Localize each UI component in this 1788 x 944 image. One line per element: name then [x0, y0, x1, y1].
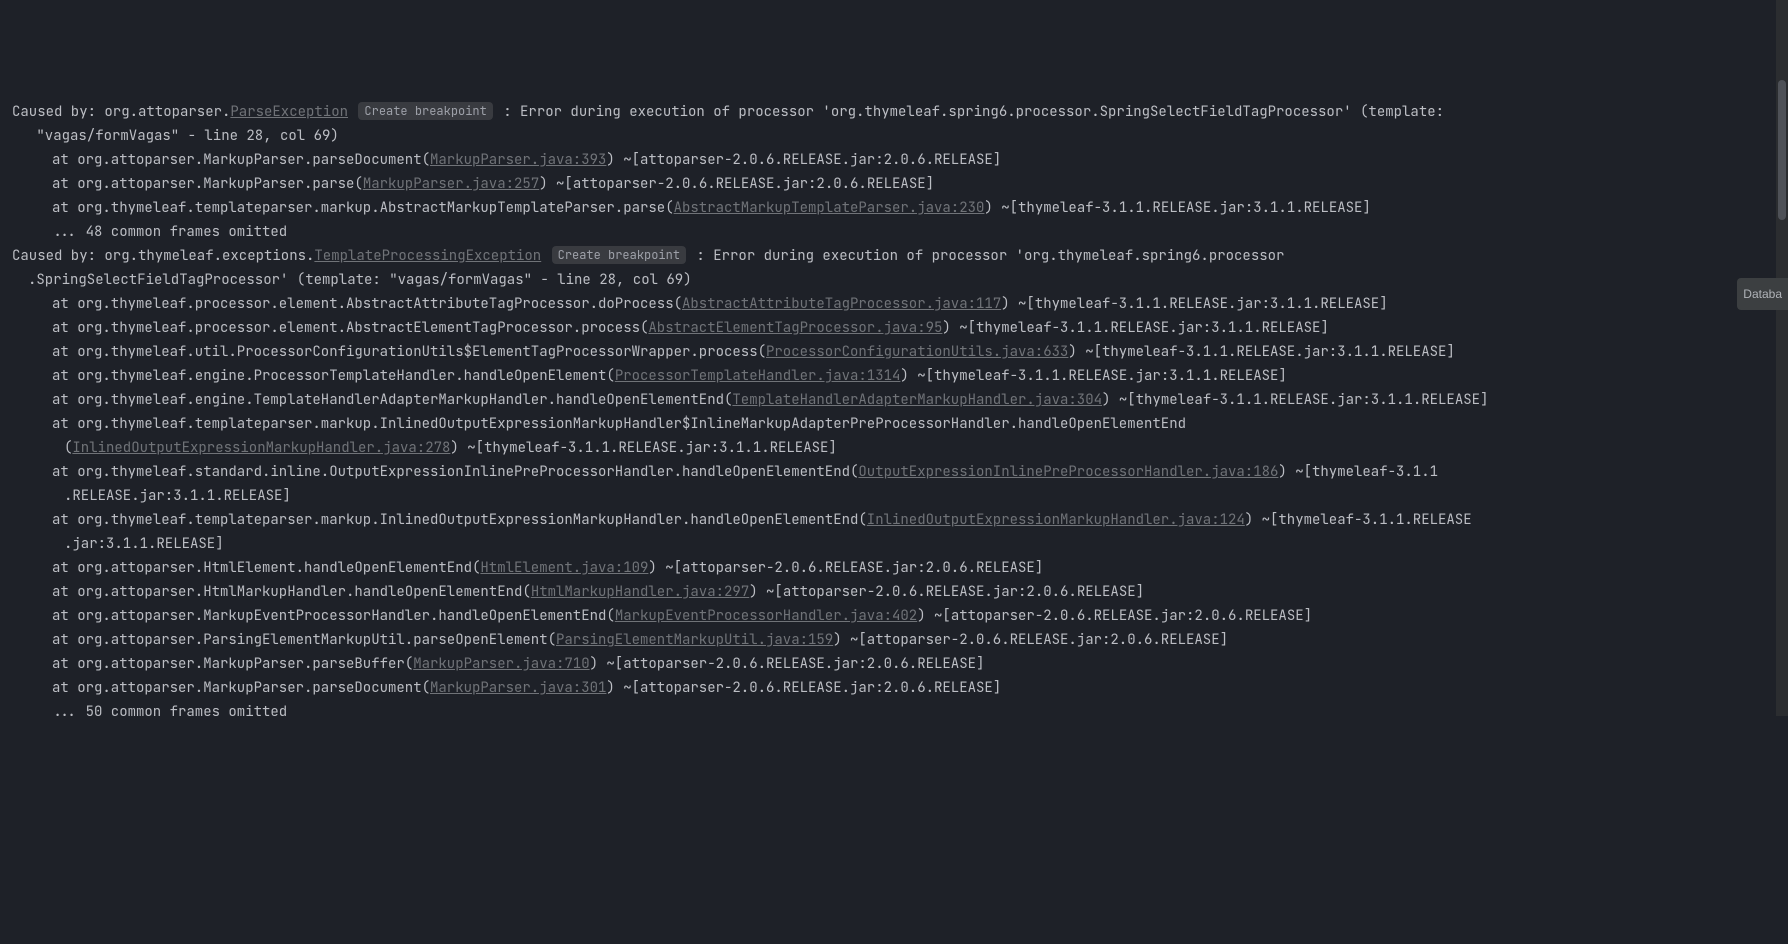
- stacktrace-text: at org.thymeleaf.util.ProcessorConfigura…: [52, 343, 766, 361]
- stacktrace-text: at org.attoparser.HtmlElement.handleOpen…: [52, 559, 480, 577]
- stacktrace-text: at org.thymeleaf.processor.element.Abstr…: [52, 295, 682, 313]
- source-link[interactable]: MarkupEventProcessorHandler.java:402: [615, 607, 917, 625]
- stacktrace-text: at org.thymeleaf.templateparser.markup.I…: [52, 415, 1186, 433]
- stacktrace-text: at org.attoparser.MarkupEventProcessorHa…: [52, 607, 615, 625]
- stacktrace-text: ) ~[thymeleaf-3.1.1.RELEASE.jar:3.1.1.RE…: [1001, 295, 1387, 313]
- stacktrace-line: at org.attoparser.MarkupEventProcessorHa…: [12, 604, 1788, 628]
- stacktrace-text: at org.thymeleaf.engine.ProcessorTemplat…: [52, 367, 615, 385]
- source-link[interactable]: ProcessorConfigurationUtils.java:633: [766, 343, 1068, 361]
- stacktrace-line: at org.thymeleaf.templateparser.markup.A…: [12, 196, 1788, 220]
- stacktrace-text: at org.attoparser.ParsingElementMarkupUt…: [52, 631, 556, 649]
- create-breakpoint-button[interactable]: Create breakpoint: [552, 246, 686, 264]
- stacktrace-text: [541, 247, 549, 265]
- stacktrace-text: at org.attoparser.MarkupParser.parseDocu…: [52, 679, 430, 697]
- stacktrace-text: Caused by: org.attoparser.: [12, 103, 230, 121]
- stacktrace-line: at org.thymeleaf.templateparser.markup.I…: [12, 412, 1788, 436]
- stacktrace-line: Caused by: org.thymeleaf.exceptions.Temp…: [12, 244, 1788, 268]
- source-link[interactable]: TemplateHandlerAdapterMarkupHandler.java…: [732, 391, 1102, 409]
- stacktrace-text: .jar:3.1.1.RELEASE]: [64, 535, 224, 553]
- stacktrace-text: ) ~[thymeleaf-3.1.1.RELEASE.jar:3.1.1.RE…: [942, 319, 1328, 337]
- stacktrace-text: : Error during execution of processor 'o…: [688, 247, 1284, 265]
- source-link[interactable]: MarkupParser.java:301: [430, 679, 606, 697]
- stacktrace-line: at org.thymeleaf.processor.element.Abstr…: [12, 316, 1788, 340]
- stacktrace-text: ) ~[thymeleaf-3.1.1: [1278, 463, 1438, 481]
- stacktrace-text: ) ~[thymeleaf-3.1.1.RELEASE: [1245, 511, 1472, 529]
- stacktrace-line: at org.attoparser.HtmlElement.handleOpen…: [12, 556, 1788, 580]
- source-link[interactable]: ParseException: [230, 103, 348, 121]
- stacktrace-line: at org.attoparser.MarkupParser.parseBuff…: [12, 652, 1788, 676]
- stacktrace-line: at org.thymeleaf.engine.ProcessorTemplat…: [12, 364, 1788, 388]
- stacktrace-line: at org.attoparser.ParsingElementMarkupUt…: [12, 628, 1788, 652]
- stacktrace-text: ) ~[thymeleaf-3.1.1.RELEASE.jar:3.1.1.RE…: [450, 439, 836, 457]
- stacktrace-text: at org.attoparser.MarkupParser.parseBuff…: [52, 655, 413, 673]
- source-link[interactable]: MarkupParser.java:257: [363, 175, 539, 193]
- stacktrace-text: .RELEASE.jar:3.1.1.RELEASE]: [64, 487, 291, 505]
- source-link[interactable]: HtmlMarkupHandler.java:297: [531, 583, 749, 601]
- stacktrace-text: at org.thymeleaf.standard.inline.OutputE…: [52, 463, 858, 481]
- stacktrace-text: ) ~[attoparser-2.0.6.RELEASE.jar:2.0.6.R…: [539, 175, 934, 193]
- stacktrace-line: at org.thymeleaf.processor.element.Abstr…: [12, 292, 1788, 316]
- stacktrace-text: ) ~[attoparser-2.0.6.RELEASE.jar:2.0.6.R…: [833, 631, 1228, 649]
- stacktrace-text: ) ~[attoparser-2.0.6.RELEASE.jar:2.0.6.R…: [648, 559, 1043, 577]
- source-link[interactable]: AbstractMarkupTemplateParser.java:230: [674, 199, 985, 217]
- stacktrace-line: at org.thymeleaf.engine.TemplateHandlerA…: [12, 388, 1788, 412]
- create-breakpoint-button[interactable]: Create breakpoint: [358, 102, 492, 120]
- stacktrace-line: ... 50 common frames omitted: [12, 700, 1788, 724]
- source-link[interactable]: InlinedOutputExpressionMarkupHandler.jav…: [867, 511, 1245, 529]
- stacktrace-text: [348, 103, 356, 121]
- stacktrace-line: at org.thymeleaf.standard.inline.OutputE…: [12, 460, 1788, 484]
- stacktrace-text: : Error during execution of processor 'o…: [495, 103, 1444, 121]
- stacktrace-line: (InlinedOutputExpressionMarkupHandler.ja…: [12, 436, 1788, 460]
- stacktrace-line: at org.attoparser.MarkupParser.parse(Mar…: [12, 172, 1788, 196]
- stacktrace-text: ) ~[attoparser-2.0.6.RELEASE.jar:2.0.6.R…: [917, 607, 1312, 625]
- source-link[interactable]: ProcessorTemplateHandler.java:1314: [615, 367, 901, 385]
- source-link[interactable]: AbstractElementTagProcessor.java:95: [648, 319, 942, 337]
- stacktrace-line: Caused by: org.attoparser.ParseException…: [12, 100, 1788, 124]
- stacktrace-line: at org.thymeleaf.templateparser.markup.I…: [12, 508, 1788, 532]
- stacktrace-text: .SpringSelectFieldTagProcessor' (templat…: [28, 271, 692, 289]
- stacktrace-text: ) ~[attoparser-2.0.6.RELEASE.jar:2.0.6.R…: [606, 679, 1001, 697]
- stacktrace-text: at org.thymeleaf.templateparser.markup.I…: [52, 511, 867, 529]
- console-output: Caused by: org.attoparser.ParseException…: [12, 100, 1788, 724]
- source-link[interactable]: InlinedOutputExpressionMarkupHandler.jav…: [72, 439, 450, 457]
- stacktrace-line: .jar:3.1.1.RELEASE]: [12, 532, 1788, 556]
- stacktrace-line: at org.attoparser.MarkupParser.parseDocu…: [12, 148, 1788, 172]
- stacktrace-text: ... 48 common frames omitted: [52, 223, 287, 241]
- stacktrace-text: ) ~[attoparser-2.0.6.RELEASE.jar:2.0.6.R…: [606, 151, 1001, 169]
- stacktrace-text: ) ~[thymeleaf-3.1.1.RELEASE.jar:3.1.1.RE…: [1102, 391, 1488, 409]
- stacktrace-line: at org.attoparser.MarkupParser.parseDocu…: [12, 676, 1788, 700]
- stacktrace-text: "vagas/formVagas" - line 28, col 69): [28, 127, 339, 145]
- stacktrace-text: ) ~[attoparser-2.0.6.RELEASE.jar:2.0.6.R…: [749, 583, 1144, 601]
- stacktrace-line: ... 48 common frames omitted: [12, 220, 1788, 244]
- stacktrace-line: at org.attoparser.HtmlMarkupHandler.hand…: [12, 580, 1788, 604]
- vertical-scrollbar[interactable]: [1776, 0, 1788, 716]
- source-link[interactable]: HtmlElement.java:109: [480, 559, 648, 577]
- source-link[interactable]: MarkupParser.java:710: [413, 655, 589, 673]
- scrollbar-thumb[interactable]: [1778, 80, 1786, 220]
- stacktrace-text: at org.attoparser.MarkupParser.parseDocu…: [52, 151, 430, 169]
- stacktrace-text: ... 50 common frames omitted: [52, 703, 287, 721]
- stacktrace-line: at org.thymeleaf.util.ProcessorConfigura…: [12, 340, 1788, 364]
- stacktrace-line: "vagas/formVagas" - line 28, col 69): [12, 124, 1788, 148]
- source-link[interactable]: TemplateProcessingException: [314, 247, 541, 265]
- stacktrace-text: ) ~[thymeleaf-3.1.1.RELEASE.jar:3.1.1.RE…: [900, 367, 1286, 385]
- stacktrace-text: at org.attoparser.MarkupParser.parse(: [52, 175, 363, 193]
- stacktrace-text: at org.thymeleaf.processor.element.Abstr…: [52, 319, 648, 337]
- stacktrace-text: ) ~[attoparser-2.0.6.RELEASE.jar:2.0.6.R…: [590, 655, 985, 673]
- source-link[interactable]: ParsingElementMarkupUtil.java:159: [556, 631, 833, 649]
- stacktrace-text: at org.thymeleaf.templateparser.markup.A…: [52, 199, 674, 217]
- stacktrace-text: ) ~[thymeleaf-3.1.1.RELEASE.jar:3.1.1.RE…: [1068, 343, 1454, 361]
- stacktrace-line: .RELEASE.jar:3.1.1.RELEASE]: [12, 484, 1788, 508]
- stacktrace-text: ) ~[thymeleaf-3.1.1.RELEASE.jar:3.1.1.RE…: [984, 199, 1370, 217]
- source-link[interactable]: OutputExpressionInlinePreProcessorHandle…: [858, 463, 1278, 481]
- stacktrace-line: .SpringSelectFieldTagProcessor' (templat…: [12, 268, 1788, 292]
- stacktrace-text: at org.thymeleaf.engine.TemplateHandlerA…: [52, 391, 732, 409]
- database-tool-tab[interactable]: Databa: [1737, 278, 1788, 310]
- stacktrace-text: Caused by: org.thymeleaf.exceptions.: [12, 247, 314, 265]
- source-link[interactable]: MarkupParser.java:393: [430, 151, 606, 169]
- source-link[interactable]: AbstractAttributeTagProcessor.java:117: [682, 295, 1001, 313]
- stacktrace-text: at org.attoparser.HtmlMarkupHandler.hand…: [52, 583, 531, 601]
